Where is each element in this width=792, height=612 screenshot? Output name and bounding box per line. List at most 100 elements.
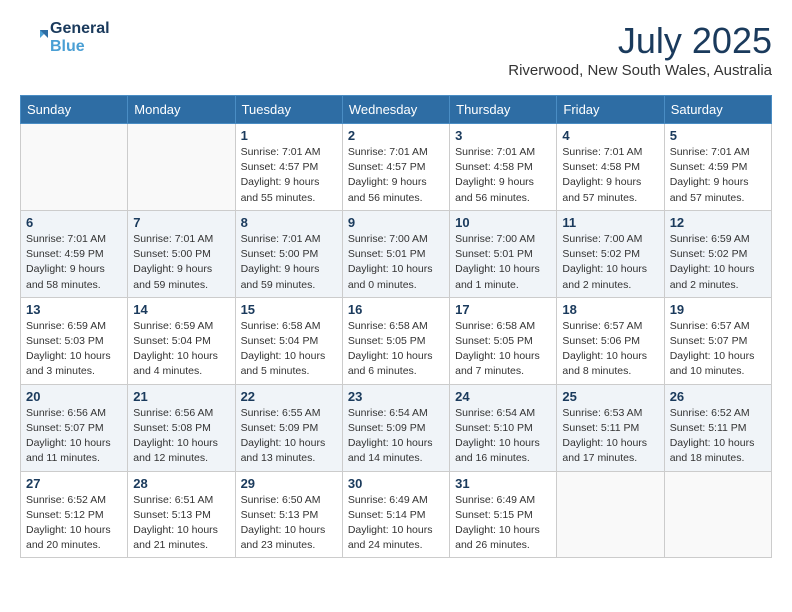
logo-icon <box>20 24 48 52</box>
day-info: Sunrise: 7:01 AM Sunset: 4:58 PM Dayligh… <box>562 145 658 206</box>
calendar-week-row: 6 Sunrise: 7:01 AM Sunset: 4:59 PM Daylig… <box>21 210 772 297</box>
day-info: Sunrise: 6:52 AM Sunset: 5:11 PM Dayligh… <box>670 406 766 467</box>
calendar-cell: 19Sunrise: 6:57 AM Sunset: 5:07 PM Dayli… <box>664 297 771 384</box>
day-info: Sunrise: 6:59 AM Sunset: 5:02 PM Dayligh… <box>670 232 766 293</box>
calendar-cell: 9 Sunrise: 7:00 AM Sunset: 5:01 PM Daylig… <box>342 210 449 297</box>
day-number: 29 <box>241 476 337 491</box>
calendar-cell: 18 Sunrise: 6:57 AM Sunset: 5:06 PM Dayli… <box>557 297 664 384</box>
day-number: 14 <box>133 302 229 317</box>
day-number: 6 <box>26 215 122 230</box>
day-info: Sunrise: 6:49 AM Sunset: 5:14 PM Dayligh… <box>348 493 444 554</box>
day-info: Sunrise: 7:01 AM Sunset: 4:57 PM Dayligh… <box>241 145 337 206</box>
calendar-cell: 5 Sunrise: 7:01 AM Sunset: 4:59 PM Daylig… <box>664 124 771 211</box>
day-info: Sunrise: 6:57 AM Sunset: 5:06 PM Dayligh… <box>562 319 658 380</box>
day-info: Sunrise: 7:01 AM Sunset: 4:59 PM Dayligh… <box>670 145 766 206</box>
day-info: Sunrise: 7:01 AM Sunset: 4:57 PM Dayligh… <box>348 145 444 206</box>
calendar-cell: 16 Sunrise: 6:58 AM Sunset: 5:05 PM Dayli… <box>342 297 449 384</box>
calendar-cell <box>664 471 771 558</box>
day-info: Sunrise: 6:54 AM Sunset: 5:09 PM Dayligh… <box>348 406 444 467</box>
day-info: Sunrise: 7:00 AM Sunset: 5:02 PM Dayligh… <box>562 232 658 293</box>
calendar-week-row: 1 Sunrise: 7:01 AM Sunset: 4:57 PM Daylig… <box>21 124 772 211</box>
calendar-cell: 30Sunrise: 6:49 AM Sunset: 5:14 PM Dayli… <box>342 471 449 558</box>
day-number: 1 <box>241 128 337 143</box>
calendar-cell <box>557 471 664 558</box>
calendar-cell: 27Sunrise: 6:52 AM Sunset: 5:12 PM Dayli… <box>21 471 128 558</box>
calendar-cell: 3 Sunrise: 7:01 AM Sunset: 4:58 PM Daylig… <box>450 124 557 211</box>
day-info: Sunrise: 7:00 AM Sunset: 5:01 PM Dayligh… <box>348 232 444 293</box>
day-info: Sunrise: 6:58 AM Sunset: 5:05 PM Dayligh… <box>455 319 551 380</box>
calendar-cell: 24 Sunrise: 6:54 AM Sunset: 5:10 PM Dayli… <box>450 384 557 471</box>
calendar-cell: 15Sunrise: 6:58 AM Sunset: 5:04 PM Dayli… <box>235 297 342 384</box>
day-info: Sunrise: 6:54 AM Sunset: 5:10 PM Dayligh… <box>455 406 551 467</box>
day-number: 10 <box>455 215 551 230</box>
calendar-cell: 12 Sunrise: 6:59 AM Sunset: 5:02 PM Dayli… <box>664 210 771 297</box>
calendar-cell: 6 Sunrise: 7:01 AM Sunset: 4:59 PM Daylig… <box>21 210 128 297</box>
day-info: Sunrise: 6:59 AM Sunset: 5:03 PM Dayligh… <box>26 319 122 380</box>
calendar-cell: 23 Sunrise: 6:54 AM Sunset: 5:09 PM Dayli… <box>342 384 449 471</box>
calendar-table: SundayMondayTuesdayWednesdayThursdayFrid… <box>20 95 772 558</box>
day-info: Sunrise: 7:01 AM Sunset: 4:58 PM Dayligh… <box>455 145 551 206</box>
day-number: 13 <box>26 302 122 317</box>
calendar-cell: 2Sunrise: 7:01 AM Sunset: 4:57 PM Daylig… <box>342 124 449 211</box>
day-info: Sunrise: 6:50 AM Sunset: 5:13 PM Dayligh… <box>241 493 337 554</box>
logo-line2: Blue <box>50 38 110 56</box>
calendar-week-row: 20 Sunrise: 6:56 AM Sunset: 5:07 PM Dayli… <box>21 384 772 471</box>
month-year: July 2025 <box>508 20 772 62</box>
title-block: July 2025 Riverwood, New South Wales, Au… <box>508 20 772 79</box>
day-info: Sunrise: 6:57 AM Sunset: 5:07 PM Dayligh… <box>670 319 766 380</box>
day-info: Sunrise: 7:00 AM Sunset: 5:01 PM Dayligh… <box>455 232 551 293</box>
day-number: 26 <box>670 389 766 404</box>
calendar-cell: 11Sunrise: 7:00 AM Sunset: 5:02 PM Dayli… <box>557 210 664 297</box>
day-number: 7 <box>133 215 229 230</box>
calendar-cell <box>128 124 235 211</box>
col-header-tuesday: Tuesday <box>235 96 342 124</box>
day-number: 12 <box>670 215 766 230</box>
calendar-week-row: 27Sunrise: 6:52 AM Sunset: 5:12 PM Dayli… <box>21 471 772 558</box>
logo: General Blue <box>20 20 110 56</box>
calendar-cell: 31 Sunrise: 6:49 AM Sunset: 5:15 PM Dayli… <box>450 471 557 558</box>
calendar-cell: 20 Sunrise: 6:56 AM Sunset: 5:07 PM Dayli… <box>21 384 128 471</box>
day-info: Sunrise: 6:59 AM Sunset: 5:04 PM Dayligh… <box>133 319 229 380</box>
day-number: 5 <box>670 128 766 143</box>
day-number: 16 <box>348 302 444 317</box>
calendar-cell: 7 Sunrise: 7:01 AM Sunset: 5:00 PM Daylig… <box>128 210 235 297</box>
day-number: 17 <box>455 302 551 317</box>
calendar-cell: 13 Sunrise: 6:59 AM Sunset: 5:03 PM Dayli… <box>21 297 128 384</box>
col-header-sunday: Sunday <box>21 96 128 124</box>
day-number: 24 <box>455 389 551 404</box>
day-number: 20 <box>26 389 122 404</box>
day-number: 3 <box>455 128 551 143</box>
day-info: Sunrise: 6:53 AM Sunset: 5:11 PM Dayligh… <box>562 406 658 467</box>
day-info: Sunrise: 7:01 AM Sunset: 4:59 PM Dayligh… <box>26 232 122 293</box>
col-header-friday: Friday <box>557 96 664 124</box>
day-info: Sunrise: 6:51 AM Sunset: 5:13 PM Dayligh… <box>133 493 229 554</box>
day-number: 25 <box>562 389 658 404</box>
day-info: Sunrise: 6:49 AM Sunset: 5:15 PM Dayligh… <box>455 493 551 554</box>
day-info: Sunrise: 7:01 AM Sunset: 5:00 PM Dayligh… <box>133 232 229 293</box>
day-info: Sunrise: 7:01 AM Sunset: 5:00 PM Dayligh… <box>241 232 337 293</box>
day-info: Sunrise: 6:56 AM Sunset: 5:08 PM Dayligh… <box>133 406 229 467</box>
day-number: 18 <box>562 302 658 317</box>
day-info: Sunrise: 6:58 AM Sunset: 5:05 PM Dayligh… <box>348 319 444 380</box>
day-number: 23 <box>348 389 444 404</box>
day-info: Sunrise: 6:56 AM Sunset: 5:07 PM Dayligh… <box>26 406 122 467</box>
day-info: Sunrise: 6:58 AM Sunset: 5:04 PM Dayligh… <box>241 319 337 380</box>
day-number: 9 <box>348 215 444 230</box>
col-header-thursday: Thursday <box>450 96 557 124</box>
day-number: 8 <box>241 215 337 230</box>
day-number: 31 <box>455 476 551 491</box>
day-number: 28 <box>133 476 229 491</box>
calendar-cell: 8 Sunrise: 7:01 AM Sunset: 5:00 PM Daylig… <box>235 210 342 297</box>
day-number: 27 <box>26 476 122 491</box>
calendar-cell <box>21 124 128 211</box>
calendar-cell: 4 Sunrise: 7:01 AM Sunset: 4:58 PM Daylig… <box>557 124 664 211</box>
day-number: 4 <box>562 128 658 143</box>
day-info: Sunrise: 6:55 AM Sunset: 5:09 PM Dayligh… <box>241 406 337 467</box>
col-header-wednesday: Wednesday <box>342 96 449 124</box>
col-header-saturday: Saturday <box>664 96 771 124</box>
calendar-cell: 22Sunrise: 6:55 AM Sunset: 5:09 PM Dayli… <box>235 384 342 471</box>
calendar-cell: 26 Sunrise: 6:52 AM Sunset: 5:11 PM Dayli… <box>664 384 771 471</box>
calendar-cell: 1 Sunrise: 7:01 AM Sunset: 4:57 PM Daylig… <box>235 124 342 211</box>
calendar-cell: 14 Sunrise: 6:59 AM Sunset: 5:04 PM Dayli… <box>128 297 235 384</box>
calendar-cell: 28 Sunrise: 6:51 AM Sunset: 5:13 PM Dayli… <box>128 471 235 558</box>
